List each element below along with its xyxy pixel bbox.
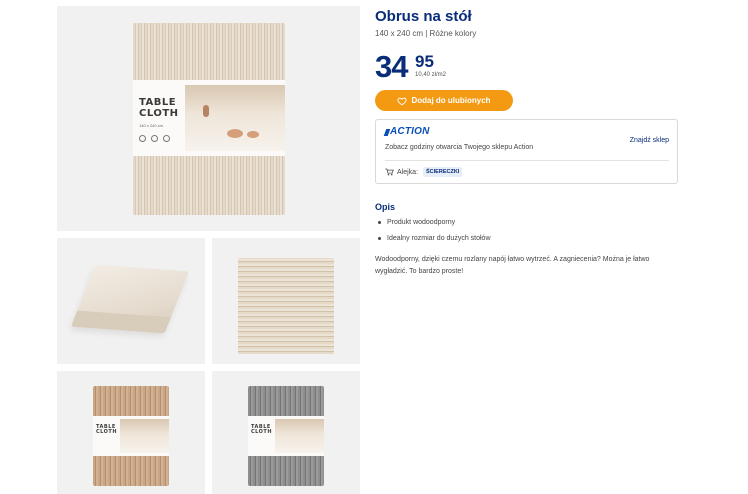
description-text: Wodoodporny, dzięki czemu rozlany napój … <box>375 256 650 275</box>
unit-price: 10,40 zł/m2 <box>415 72 447 78</box>
description-bullets: Produkt wodoodporny Idealny rozmiar do d… <box>375 218 491 250</box>
aisle-label: Alejka: <box>397 168 419 176</box>
wash-icon <box>139 135 146 142</box>
store-divider <box>385 160 669 161</box>
product-gallery: TABLE CLOTH 140 x 240 cm TABLE CLOTH TAB… <box>57 6 360 494</box>
price-cents: 95 <box>415 52 434 71</box>
gallery-thumb-tan[interactable]: TABLE CLOTH <box>57 371 205 494</box>
package-photo <box>185 85 285 151</box>
iron-icon <box>151 135 158 142</box>
gallery-main-image[interactable]: TABLE CLOTH 140 x 240 cm <box>57 6 360 231</box>
waterproof-icon <box>163 135 170 142</box>
aisle-badge[interactable]: ŚCIERECZKI <box>423 167 463 177</box>
gallery-thumb-folded[interactable] <box>57 238 205 364</box>
package-title-line2: CLOTH <box>139 107 179 119</box>
store-brand: ACTION <box>390 126 430 137</box>
package-size: 140 x 240 cm <box>139 123 164 128</box>
description-heading: Opis <box>375 202 396 212</box>
fabric-closeup-image <box>238 258 334 354</box>
find-store-link[interactable]: Znajdź sklep <box>630 137 669 144</box>
tablecloth-package-beige: TABLE CLOTH 140 x 240 cm <box>133 23 285 215</box>
package-care-icons <box>139 135 170 142</box>
tablecloth-package-grey: TABLE CLOTH <box>248 386 324 486</box>
store-info-box: ACTION Zobacz godziny otwarcia Twojego s… <box>375 119 678 184</box>
add-to-favorites-button[interactable]: Dodaj do ulubionych <box>375 90 513 111</box>
folded-tablecloth-image <box>70 264 190 334</box>
add-to-favorites-label: Dodaj do ulubionych <box>411 96 491 105</box>
heart-icon <box>397 97 408 105</box>
aisle-info: Alejka: ŚCIERECZKI <box>385 167 463 177</box>
tablecloth-package-tan: TABLE CLOTH <box>93 386 169 486</box>
price-whole: 34 <box>375 49 408 84</box>
list-item: Produkt wodoodporny <box>375 218 491 234</box>
cart-icon <box>385 168 394 176</box>
gallery-thumb-grey[interactable]: TABLE CLOTH <box>212 371 360 494</box>
product-title: Obrus na stół <box>375 8 472 25</box>
package-title-line2: CLOTH <box>251 429 273 436</box>
store-hours-text: Zobacz godziny otwarcia Twojego sklepu A… <box>385 144 534 151</box>
list-item: Idealny rozmiar do dużych stołów <box>375 234 491 250</box>
gallery-thumb-fabric[interactable] <box>212 238 360 364</box>
package-title-line1: TABLE <box>139 97 177 108</box>
product-subtitle: 140 x 240 cm | Różne kolory <box>375 29 477 38</box>
package-title-line2: CLOTH <box>96 429 118 436</box>
